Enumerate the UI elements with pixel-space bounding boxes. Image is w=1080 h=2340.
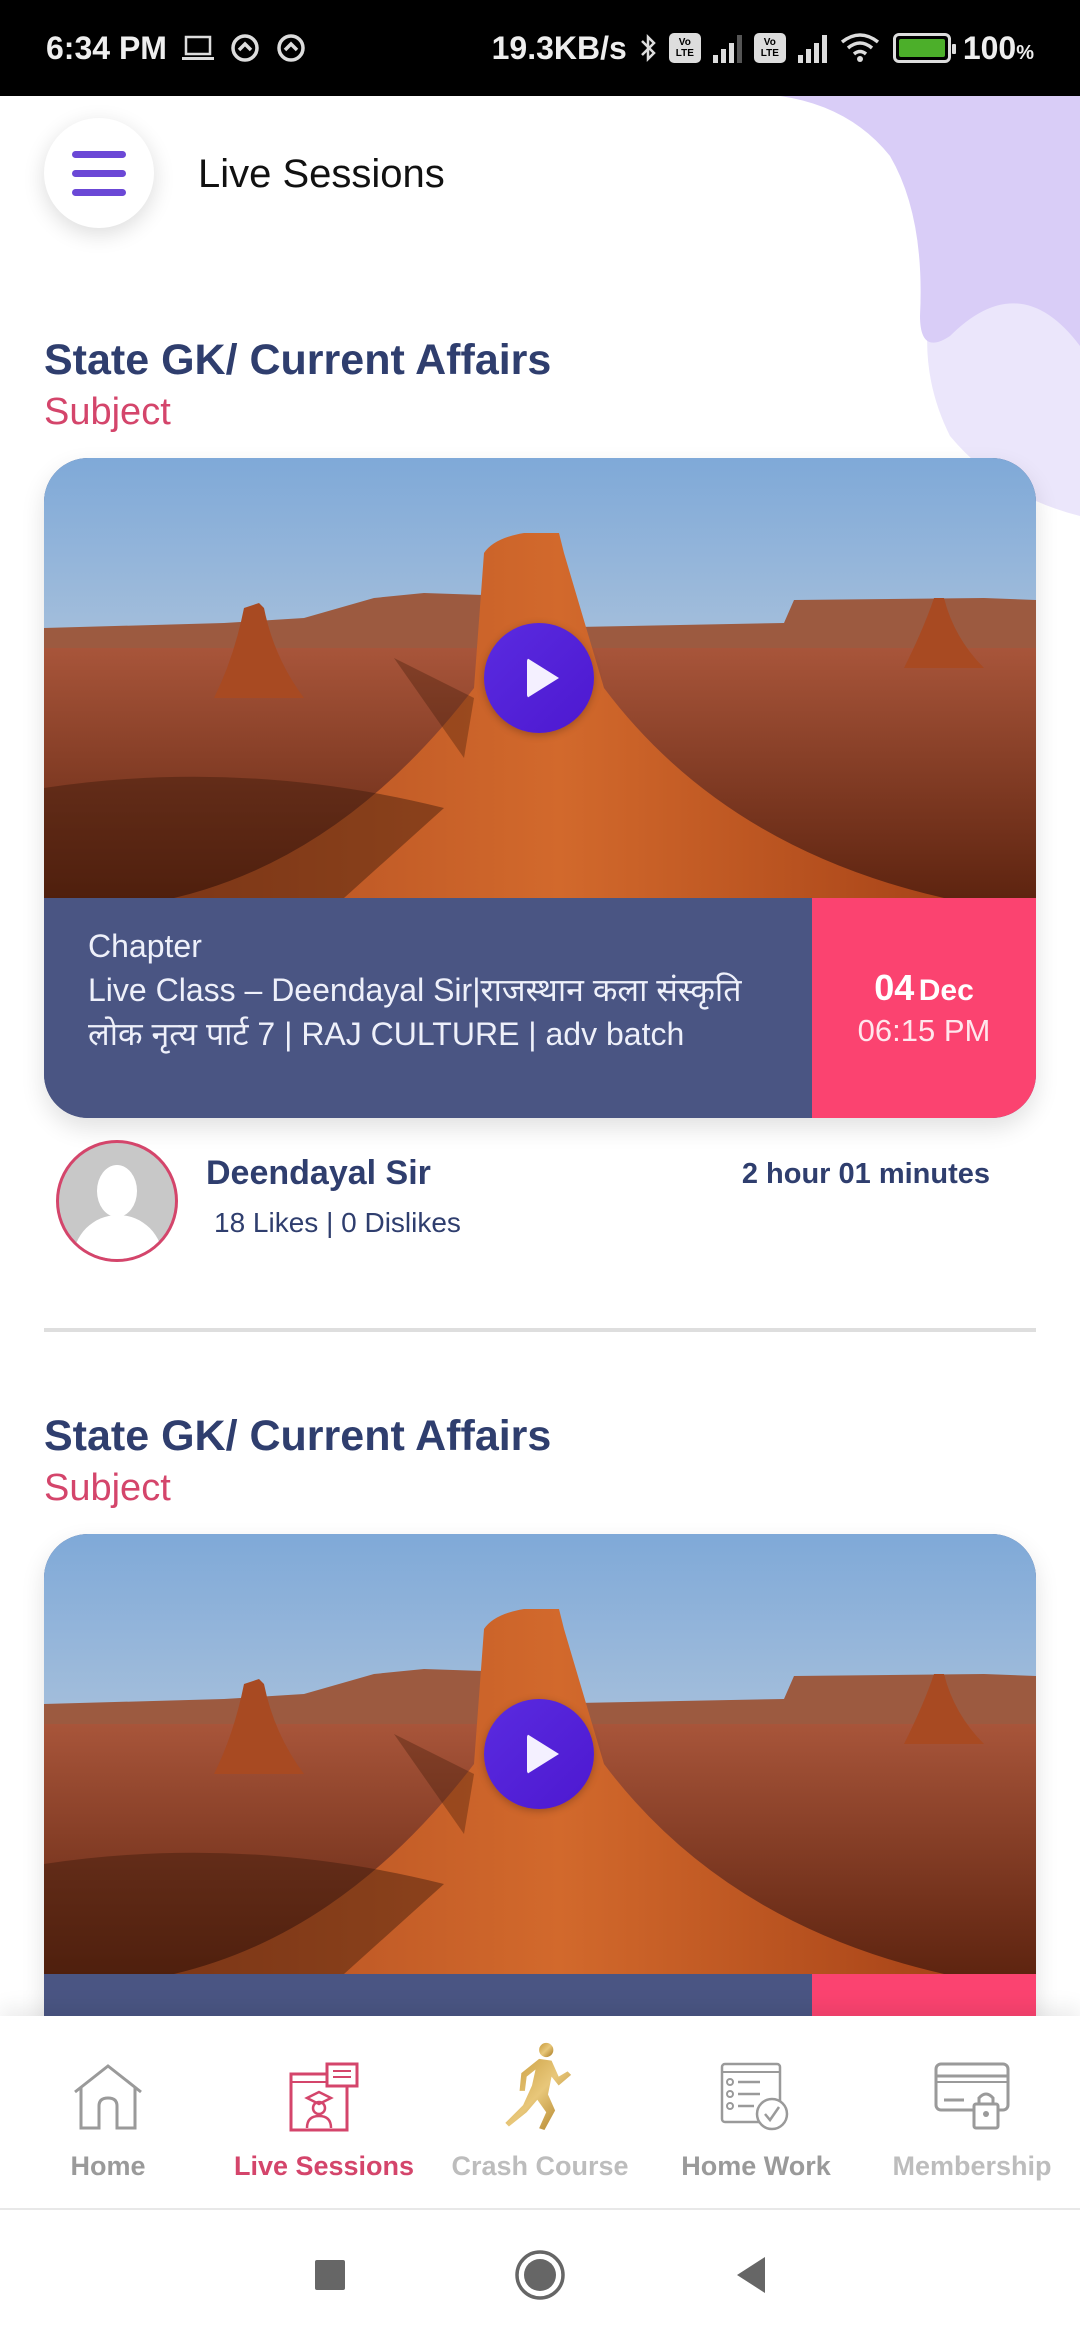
session-item: State GK/ Current Affairs Subject — [0, 334, 1080, 1332]
back-button[interactable] — [720, 2245, 780, 2305]
app-header: Live Sessions — [0, 96, 1080, 256]
recent-apps-button[interactable] — [300, 2245, 360, 2305]
wifi-icon — [839, 32, 881, 64]
subject-title: State GK/ Current Affairs — [44, 336, 552, 384]
nav-item-live-sessions[interactable]: Live Sessions — [216, 2016, 432, 2208]
circle-icon — [515, 2250, 565, 2300]
user-silhouette-icon — [97, 1165, 137, 1217]
subject-label: Subject — [44, 1467, 171, 1509]
session-card[interactable] — [44, 1534, 1036, 2016]
divider — [44, 1328, 1036, 1332]
chapter-info — [44, 1974, 812, 2016]
video-thumbnail[interactable] — [44, 458, 1036, 898]
teacher-avatar — [56, 1140, 178, 1262]
hamburger-menu-icon — [72, 150, 126, 158]
chapter-label: Chapter — [88, 928, 202, 964]
subject-label: Subject — [44, 391, 171, 433]
home-icon — [68, 2057, 148, 2137]
play-icon — [527, 1734, 559, 1774]
home-button[interactable] — [510, 2245, 570, 2305]
date-day: 04 — [874, 967, 915, 1008]
sessions-list[interactable]: State GK/ Current Affairs Subject Chapte… — [0, 256, 1080, 2016]
session-item: State GK/ Current Affairs Subject — [0, 1410, 1080, 2016]
session-time: 06:15 PM — [857, 1013, 991, 1048]
session-info — [44, 1974, 1036, 2016]
nav-label: Home Work — [681, 2151, 831, 2181]
teacher-name: Deendayal Sir — [206, 1154, 431, 1192]
system-navigation-bar — [0, 2210, 1080, 2340]
likes-count: 18 Likes | 0 Dislikes — [214, 1207, 461, 1238]
play-button[interactable] — [484, 623, 594, 733]
chapter-title: Live Class – Deendayal Sir|राजस्थान कला … — [88, 972, 742, 1052]
session-duration: 2 hour 01 minutes — [741, 1158, 990, 1190]
date-month: Dec — [918, 974, 974, 1007]
signal-icon — [797, 33, 827, 63]
session-date-badge — [812, 1974, 1036, 2016]
bluetooth-icon — [639, 33, 657, 63]
volte-icon: Vo LTE — [753, 33, 786, 63]
square-icon — [315, 2260, 345, 2290]
nav-label: Live Sessions — [233, 2151, 415, 2181]
nav-item-home[interactable]: Home — [0, 2016, 216, 2208]
laptop-icon — [181, 34, 215, 62]
volte-icon: Vo LTE — [668, 33, 701, 63]
nav-label: Home — [70, 2151, 146, 2181]
runner-icon — [500, 2035, 580, 2145]
bottom-navigation: Home Live Sessions Crash Course Home Wor… — [0, 2016, 1080, 2210]
status-time: 6:34 PM — [46, 29, 167, 66]
nav-label: Crash Course — [451, 2151, 629, 2181]
data-saver-icon — [229, 32, 261, 64]
network-speed: 19.3KB/s — [491, 29, 627, 66]
battery-percent: 100 — [962, 29, 1017, 66]
chapter-info: Chapter Live Class – Deendayal Sir|राजस्… — [44, 898, 812, 1118]
session-date-badge: 04 Dec 06:15 PM — [812, 898, 1036, 1118]
teacher-row: Deendayal Sir 18 Likes | 0 Dislikes 2 ho… — [44, 1140, 1036, 1262]
nav-item-crash-course[interactable]: Crash Course — [432, 2016, 648, 2208]
page-title: Live Sessions — [198, 152, 445, 196]
nav-label: Membership — [892, 2151, 1052, 2181]
session-info: Chapter Live Class – Deendayal Sir|राजस्… — [44, 898, 1036, 1118]
back-triangle-icon — [737, 2257, 765, 2293]
session-card[interactable]: Chapter Live Class – Deendayal Sir|राजस्… — [44, 458, 1036, 1118]
battery-charging-icon — [892, 33, 956, 63]
video-thumbnail[interactable] — [44, 1534, 1036, 1974]
nav-item-home-work[interactable]: Home Work — [648, 2016, 864, 2208]
nav-item-membership[interactable]: Membership — [864, 2016, 1080, 2208]
subject-title: State GK/ Current Affairs — [44, 1412, 552, 1460]
status-bar: 6:34 PM 19.3KB/s Vo LTE Vo LTE 100% — [0, 0, 1080, 96]
play-button[interactable] — [484, 1699, 594, 1809]
signal-icon — [712, 33, 742, 63]
homework-checklist-icon — [716, 2057, 796, 2137]
membership-card-icon — [932, 2057, 1012, 2137]
live-sessions-icon — [284, 2057, 364, 2137]
menu-button[interactable] — [44, 118, 154, 228]
data-saver-icon — [275, 32, 307, 64]
play-icon — [527, 658, 559, 698]
